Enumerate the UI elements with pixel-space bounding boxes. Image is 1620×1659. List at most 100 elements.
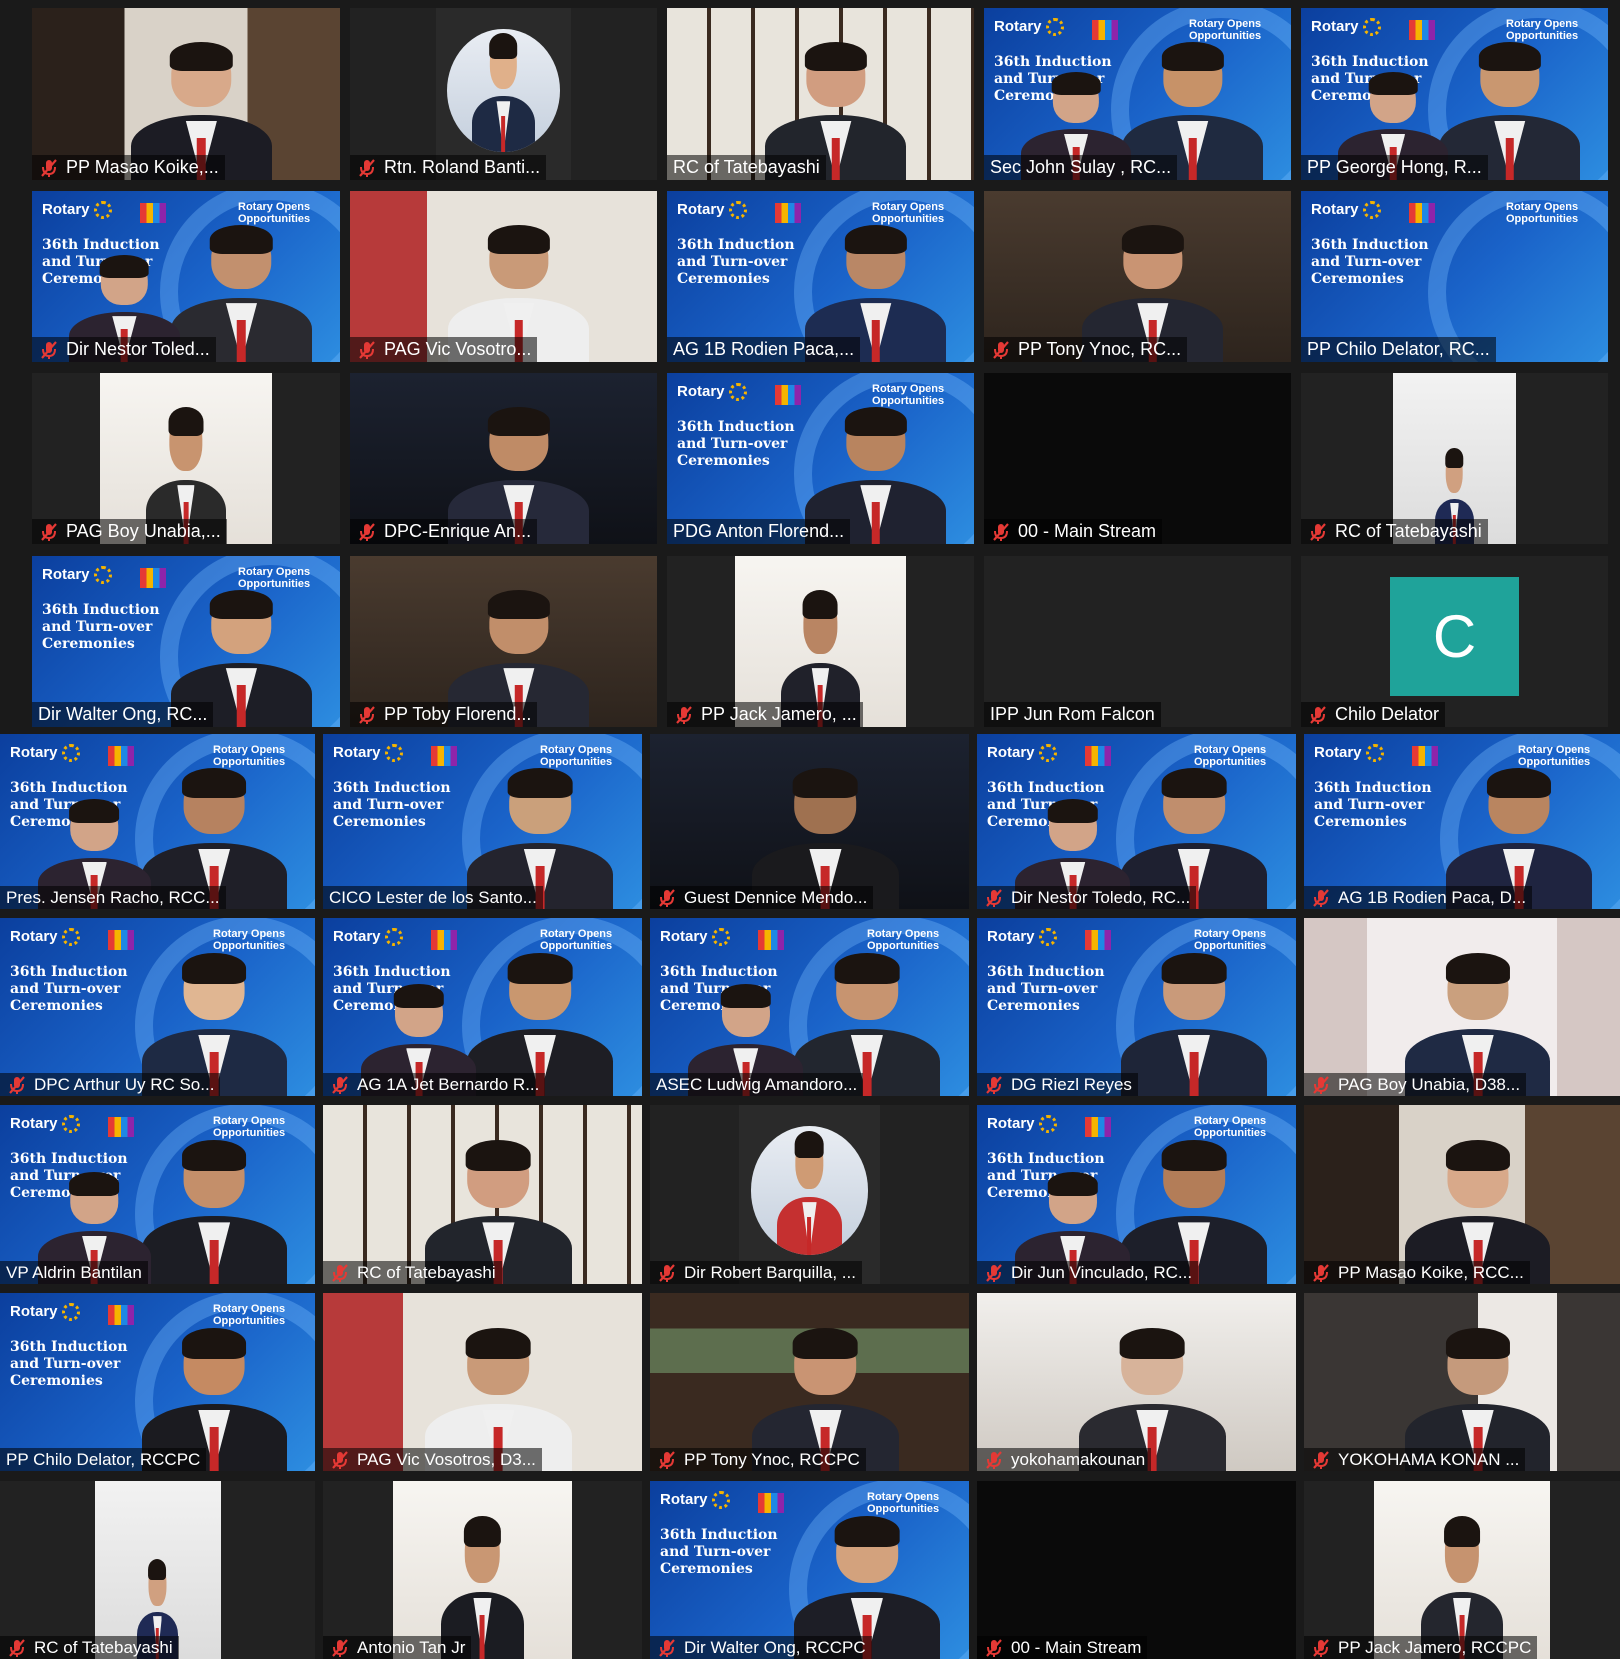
rotary-theme-stripes	[758, 1493, 784, 1513]
muted-mic-icon	[329, 1074, 351, 1096]
participant-tile[interactable]: Rotary Rotary Opens Opportunities 36th Ind…	[667, 373, 974, 544]
rotary-logo-text: Rotary	[1311, 18, 1359, 35]
participant-tile[interactable]: Rotary Rotary Opens Opportunities 36th Ind…	[0, 918, 315, 1096]
backdrop-ceremony-title: 36th Induction and Turn-over Ceremonies	[333, 780, 451, 830]
backdrop-ceremony-title: 36th Induction and Turn-over Ceremonies	[660, 1527, 778, 1577]
participant-name: AG 1A Jet Bernardo R...	[357, 1075, 540, 1094]
participant-tile[interactable]: yokohamakounan	[977, 1293, 1296, 1471]
participant-name: Dir Jun Vinculado, RC...	[1011, 1263, 1193, 1282]
rotary-theme-stripes	[431, 746, 457, 766]
muted-mic-icon	[1307, 704, 1329, 726]
rotary-logo: Rotary	[677, 383, 747, 402]
participant-video: Rotary Rotary Opens Opportunities 36th Ind…	[977, 918, 1296, 1096]
rotary-opportunities-text: Rotary Opens Opportunities	[1506, 201, 1579, 225]
participant-video: Rotary Rotary Opens Opportunities 36th Ind…	[650, 918, 969, 1096]
participant-name: Sec John Sulay , RC...	[990, 157, 1172, 177]
backdrop-ceremony-title: 36th Induction and Turn-over Ceremonies	[1314, 780, 1432, 830]
rotary-opportunities-text: Rotary Opens Opportunities	[1518, 744, 1591, 768]
participant-tile[interactable]: PP Jack Jamero, RCCPC	[1304, 1481, 1620, 1659]
participant-name-label: Dir Jun Vinculado, RC...	[977, 1261, 1199, 1284]
participant-tile[interactable]: Rotary Rotary Opens Opportunities 36th Ind…	[0, 1293, 315, 1471]
participant-tile[interactable]: Rotary Rotary Opens Opportunities 36th Ind…	[1301, 8, 1608, 180]
participant-tile[interactable]: Rotary Rotary Opens Opportunities 36th Ind…	[32, 191, 340, 362]
rotary-wheel-icon	[1038, 1115, 1057, 1134]
participant-name: Chilo Delator	[1335, 704, 1440, 724]
muted-mic-icon	[356, 339, 378, 361]
participant-tile[interactable]: PP Tony Ynoc, RCCPC	[650, 1293, 969, 1471]
participant-tile[interactable]: Dir Robert Barquilla, ...	[650, 1105, 969, 1284]
participant-name: IPP Jun Rom Falcon	[990, 704, 1155, 724]
rotary-theme-stripes	[1085, 930, 1111, 950]
rotary-logo-text: Rotary	[677, 201, 725, 218]
rotary-theme-stripes	[108, 930, 134, 950]
participant-tile[interactable]: PP Jack Jamero, ...	[667, 556, 974, 727]
rotary-wheel-icon	[93, 201, 112, 220]
participant-tile[interactable]: Guest Dennice Mendo...	[650, 734, 969, 909]
participant-tile[interactable]: Rotary Rotary Opens Opportunities 36th Ind…	[1301, 191, 1608, 362]
rotary-logo: Rotary	[987, 744, 1057, 763]
rotary-logo-text: Rotary	[42, 201, 90, 218]
participant-tile[interactable]: RC of Tatebayashi	[0, 1481, 315, 1659]
participant-tile[interactable]: 00 - Main Stream	[984, 373, 1291, 544]
participant-tile[interactable]: Rotary Rotary Opens Opportunities 36th Ind…	[32, 556, 340, 727]
participant-tile[interactable]: Rotary Rotary Opens Opportunities 36th Ind…	[323, 734, 642, 909]
participant-tile[interactable]: Rotary Rotary Opens Opportunities 36th Ind…	[0, 734, 315, 909]
participant-tile[interactable]: PP Toby Florend...	[350, 556, 657, 727]
participant-tile[interactable]: PP Masao Koike,...	[32, 8, 340, 180]
muted-mic-icon	[38, 521, 60, 543]
participant-tile[interactable]: C Chilo Delator	[1301, 556, 1608, 727]
rotary-logo: Rotary	[1311, 18, 1381, 37]
participant-name-label: PP Toby Florend...	[350, 702, 538, 727]
participant-tile[interactable]: Rotary Rotary Opens Opportunities 36th Ind…	[984, 8, 1291, 180]
rotary-wheel-icon	[728, 201, 747, 220]
participant-tile[interactable]: Rotary Rotary Opens Opportunities 36th Ind…	[667, 191, 974, 362]
rotary-opportunities-text: Rotary Opens Opportunities	[213, 1303, 286, 1327]
participant-tile[interactable]: Rtn. Roland Banti...	[350, 8, 657, 180]
participant-name: ASEC Ludwig Amandoro...	[656, 1075, 858, 1094]
backdrop-ceremony-title: 36th Induction and Turn-over Ceremonies	[1311, 237, 1429, 287]
participant-tile[interactable]: PP Masao Koike, RCC...	[1304, 1105, 1620, 1284]
participant-name-label: 00 - Main Stream	[977, 1636, 1148, 1659]
participant-video	[1304, 918, 1620, 1096]
muted-mic-icon	[6, 1637, 28, 1659]
participant-tile[interactable]: Rotary Rotary Opens Opportunities 36th Ind…	[650, 1481, 969, 1659]
participant-name: Dir Walter Ong, RC...	[38, 704, 208, 724]
participant-tile[interactable]: RC of Tatebayashi	[323, 1105, 642, 1284]
rotary-logo: Rotary	[10, 1115, 80, 1134]
participant-tile[interactable]: PAG Vic Vosotro...	[350, 191, 657, 362]
participant-name-label: PAG Vic Vosotro...	[350, 337, 538, 362]
participant-person	[1120, 950, 1268, 1096]
participant-name: DG Riezl Reyes	[1011, 1075, 1132, 1094]
participant-tile[interactable]: RC of Tatebayashi	[1301, 373, 1608, 544]
participant-tile[interactable]: Rotary Rotary Opens Opportunities 36th Ind…	[1304, 734, 1620, 909]
participant-tile[interactable]: 00 - Main Stream	[977, 1481, 1296, 1659]
participant-tile[interactable]: DPC-Enrique An...	[350, 373, 657, 544]
rotary-logo-text: Rotary	[660, 928, 708, 945]
rotary-wheel-icon	[1045, 18, 1064, 37]
participant-tile[interactable]: YOKOHAMA KONAN ...	[1304, 1293, 1620, 1471]
participant-tile[interactable]: Rotary Rotary Opens Opportunities 36th Ind…	[977, 918, 1296, 1096]
rotary-logo-text: Rotary	[10, 928, 58, 945]
participant-tile[interactable]: RC of Tatebayashi	[667, 8, 974, 180]
participant-name-label: PP Chilo Delator, RCCPC	[0, 1448, 207, 1471]
participant-tile[interactable]: IPP Jun Rom Falcon	[984, 556, 1291, 727]
participant-name-label: PP Masao Koike,...	[32, 155, 225, 180]
rotary-wheel-icon	[384, 744, 403, 763]
participant-tile[interactable]: PAG Boy Unabia,...	[32, 373, 340, 544]
rotary-theme-stripes	[108, 746, 134, 766]
participant-tile[interactable]: Antonio Tan Jr	[323, 1481, 642, 1659]
participant-tile[interactable]: Rotary Rotary Opens Opportunities 36th Ind…	[977, 734, 1296, 909]
participant-tile[interactable]: Rotary Rotary Opens Opportunities 36th Ind…	[323, 918, 642, 1096]
participant-tile[interactable]: PAG Boy Unabia, D38...	[1304, 918, 1620, 1096]
participant-name: Antonio Tan Jr	[357, 1638, 466, 1657]
participant-tile[interactable]: PP Tony Ynoc, RC...	[984, 191, 1291, 362]
participant-tile[interactable]: Rotary Rotary Opens Opportunities 36th Ind…	[977, 1105, 1296, 1284]
participant-tile[interactable]: PAG Vic Vosotros, D3...	[323, 1293, 642, 1471]
participant-name: YOKOHAMA KONAN ...	[1338, 1450, 1520, 1469]
participant-tile[interactable]: Rotary Rotary Opens Opportunities 36th Ind…	[650, 918, 969, 1096]
participant-name: PDG Anton Florend...	[673, 521, 845, 541]
participant-tile[interactable]: Rotary Rotary Opens Opportunities 36th Ind…	[0, 1105, 315, 1284]
muted-mic-icon	[1307, 521, 1329, 543]
participant-video	[650, 734, 969, 909]
participant-name: PP Chilo Delator, RC...	[1307, 339, 1490, 359]
